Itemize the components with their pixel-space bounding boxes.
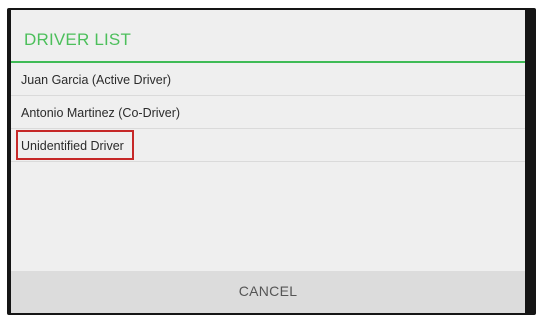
driver-item-label: Unidentified Driver xyxy=(21,139,124,153)
dialog-title: DRIVER LIST xyxy=(24,30,132,49)
cancel-button-label: CANCEL xyxy=(238,283,298,299)
driver-item-unidentified[interactable]: Unidentified Driver xyxy=(11,129,525,162)
driver-item-label: Juan Garcia (Active Driver) xyxy=(21,73,172,87)
cancel-button[interactable]: CANCEL xyxy=(11,271,525,313)
driver-item-antonio-martinez[interactable]: Antonio Martinez (Co-Driver) xyxy=(11,96,525,129)
driver-item-juan-garcia[interactable]: Juan Garcia (Active Driver) xyxy=(11,63,525,96)
dialog-header: DRIVER LIST xyxy=(11,10,525,63)
driver-list: Juan Garcia (Active Driver) Antonio Mart… xyxy=(11,63,525,162)
driver-list-dialog: DRIVER LIST Juan Garcia (Active Driver) … xyxy=(11,10,525,313)
driver-item-label: Antonio Martinez (Co-Driver) xyxy=(21,106,181,120)
